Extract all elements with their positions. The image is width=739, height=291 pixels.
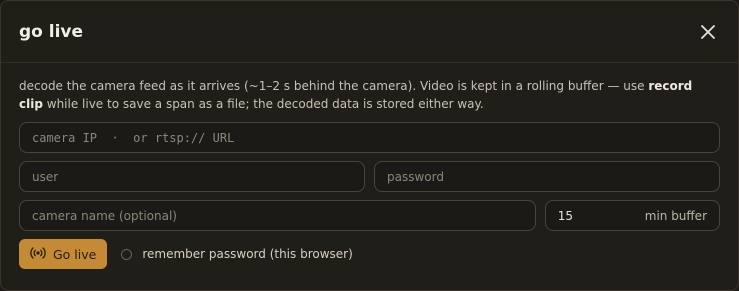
- camera-url-field: [19, 122, 720, 153]
- remember-password-label: remember password (this browser): [142, 247, 353, 261]
- buffer-field: min buffer: [544, 200, 720, 231]
- go-live-dialog: go live decode the camera feed as it arr…: [0, 0, 739, 291]
- buffer-minutes-input[interactable]: [557, 208, 618, 223]
- password-field: [374, 161, 720, 192]
- camera-url-input[interactable]: [32, 130, 707, 145]
- dialog-header: go live: [1, 1, 738, 63]
- buffer-unit-label: min buffer: [644, 208, 707, 223]
- broadcast-icon: [30, 246, 46, 262]
- user-field: [19, 161, 365, 192]
- camera-name-field: [19, 200, 536, 231]
- go-live-label: Go live: [53, 246, 97, 262]
- remember-password-option[interactable]: remember password (this browser): [121, 247, 353, 261]
- dialog-description: decode the camera feed as it arrives (~1…: [19, 79, 693, 111]
- dialog-body: decode the camera feed as it arrives (~1…: [1, 63, 738, 269]
- password-input[interactable]: [387, 169, 707, 184]
- close-icon[interactable]: [696, 20, 720, 44]
- action-row: Go live remember password (this browser): [19, 239, 720, 269]
- go-live-button[interactable]: Go live: [19, 239, 108, 269]
- dialog-title: go live: [19, 21, 84, 42]
- camera-name-input[interactable]: [32, 208, 523, 223]
- user-input[interactable]: [32, 169, 352, 184]
- remember-radio[interactable]: [121, 248, 133, 260]
